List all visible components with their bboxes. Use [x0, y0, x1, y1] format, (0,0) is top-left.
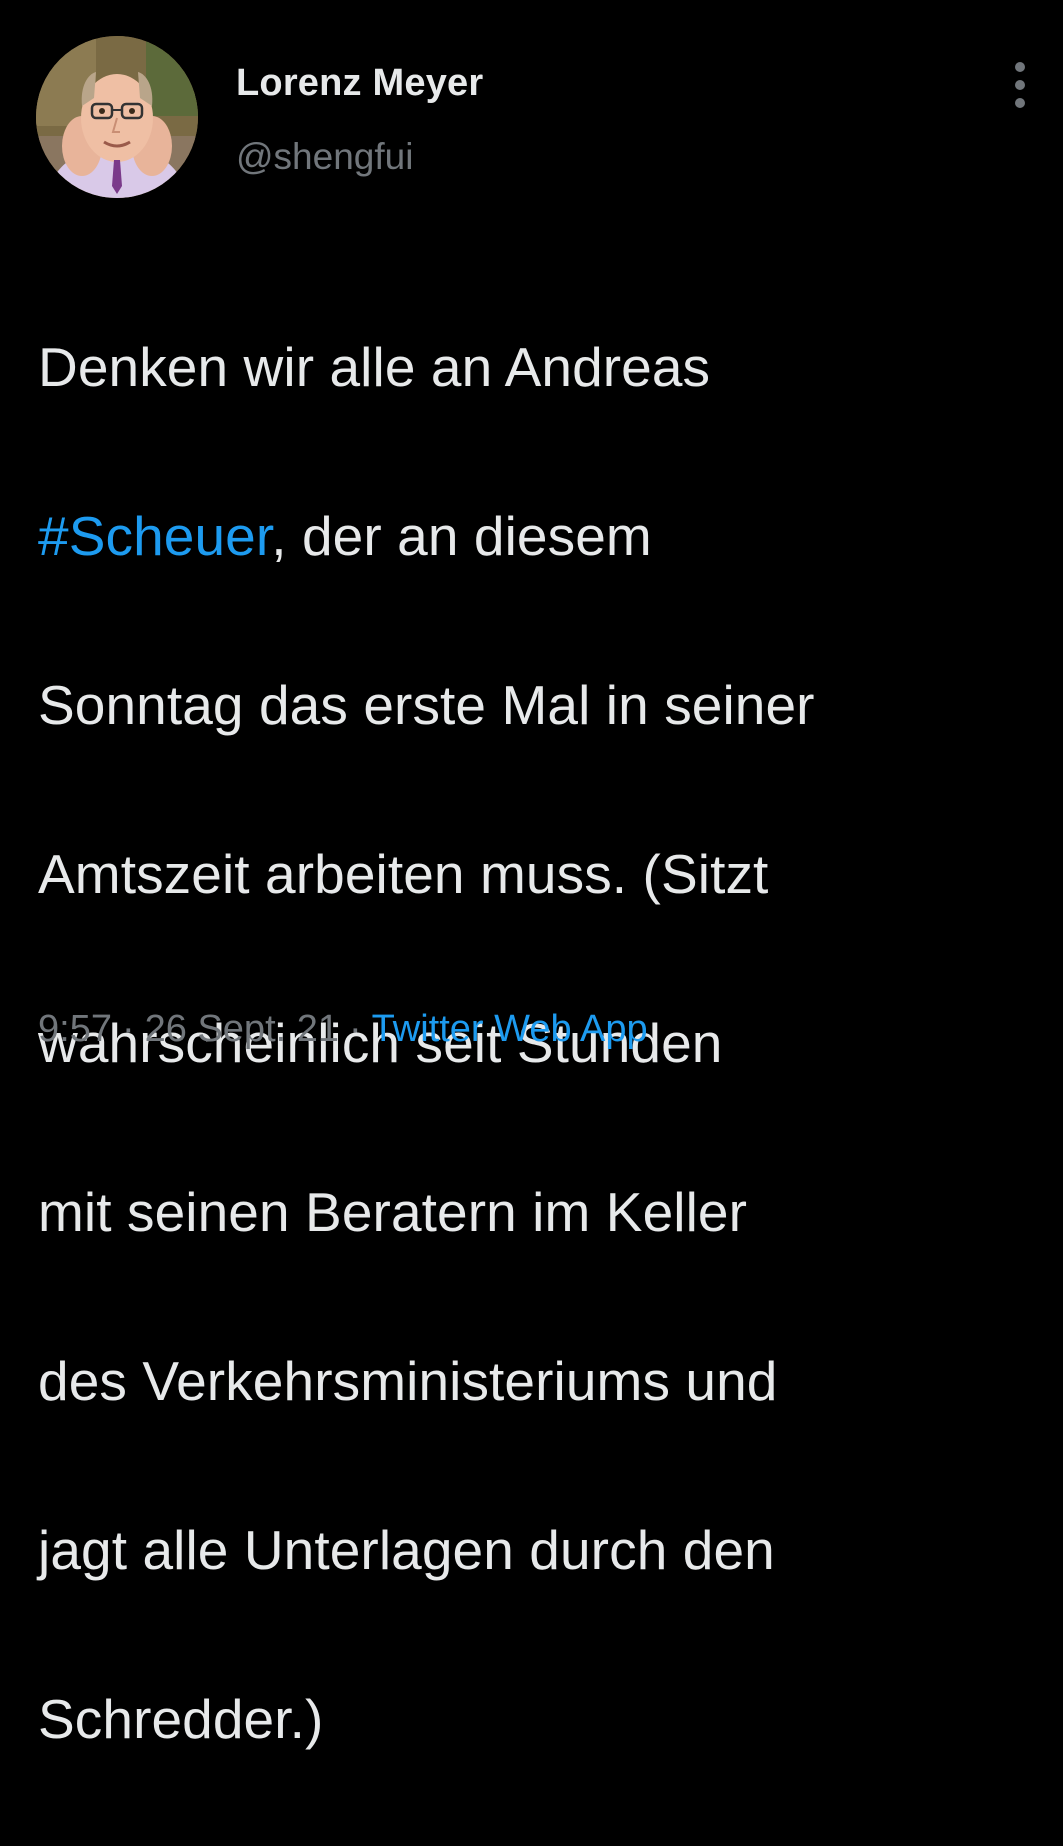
tweet-time[interactable]: 9:57	[38, 1008, 112, 1050]
tweet-meta: 9:57 · 26 Sept. 21 · Twitter Web App	[38, 1008, 648, 1051]
tweet-text-segment: jagt alle Unterlagen durch den	[38, 1518, 775, 1581]
hashtag-link[interactable]: #Scheuer	[38, 505, 271, 567]
tweet-line: #Scheuer, der an diesem	[38, 494, 1038, 579]
tweet-line: Amtszeit arbeiten muss. (Sitzt	[38, 832, 1038, 917]
profile-photo-icon	[36, 36, 198, 198]
tweet-text-segment: Amtszeit arbeiten muss. (Sitzt	[38, 842, 769, 905]
tweet-line: jagt alle Unterlagen durch den	[38, 1508, 1038, 1593]
tweet-line: Schredder.)	[38, 1677, 1038, 1762]
tweet-line: Denken wir alle an Andreas	[38, 325, 1038, 410]
meta-separator: ·	[121, 1008, 135, 1050]
tweet-text-segment: Schredder.)	[38, 1687, 324, 1750]
menu-dot	[1015, 80, 1025, 90]
tweet-line: mit seinen Beratern im Keller	[38, 1170, 1038, 1255]
tweet-text-segment: Sonntag das erste Mal in seiner	[38, 673, 815, 736]
menu-dot	[1015, 98, 1025, 108]
more-vertical-icon[interactable]	[1002, 62, 1038, 108]
tweet-line: Sonntag das erste Mal in seiner	[38, 663, 1038, 748]
avatar[interactable]	[36, 36, 198, 198]
tweet-text-segment: Denken wir alle an Andreas	[38, 335, 711, 398]
author-handle[interactable]: @shengfui	[236, 136, 413, 178]
tweet-source-link[interactable]: Twitter Web App	[372, 1008, 648, 1050]
menu-dot	[1015, 62, 1025, 72]
tweet-line: des Verkehrsministeriums und	[38, 1339, 1038, 1424]
meta-separator: ·	[349, 1008, 362, 1050]
tweet-detail: Lorenz Meyer @shengfui Denken wir alle a…	[0, 0, 1063, 1750]
tweet-text-segment: des Verkehrsministeriums und	[38, 1349, 778, 1412]
tweet-date[interactable]: 26 Sept. 21	[145, 1008, 339, 1050]
author-display-name[interactable]: Lorenz Meyer	[236, 62, 483, 105]
tweet-text-segment: , der an diesem	[271, 504, 652, 567]
tweet-text-segment: mit seinen Beratern im Keller	[38, 1180, 748, 1243]
